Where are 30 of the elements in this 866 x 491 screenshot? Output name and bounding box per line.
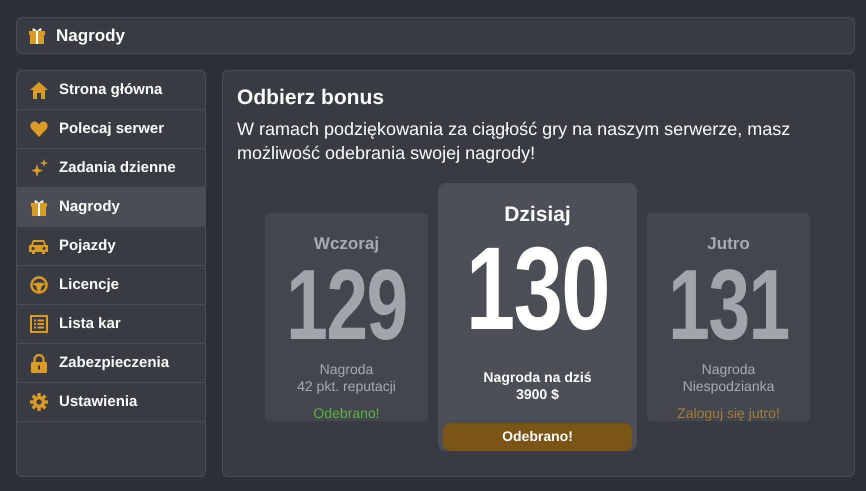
sparkles-icon bbox=[30, 159, 48, 177]
section-title: Odbierz bonus bbox=[237, 85, 385, 111]
lock-icon bbox=[30, 354, 46, 372]
status-text: Odebrano! bbox=[313, 404, 380, 422]
heart-icon bbox=[30, 121, 48, 137]
reward-value: 3900 $ bbox=[516, 386, 559, 402]
list-icon bbox=[30, 315, 48, 333]
claimed-button[interactable]: Odebrano! bbox=[443, 422, 632, 451]
day-label: Wczoraj bbox=[314, 233, 380, 255]
reward-label: Nagroda bbox=[702, 360, 756, 378]
reward-value: 42 pkt. reputacji bbox=[297, 378, 396, 394]
reward-value: Niespodzianka bbox=[682, 378, 774, 394]
day-label: Jutro bbox=[707, 233, 750, 255]
day-number: 130 bbox=[466, 232, 610, 344]
description-text: W ramach podziękowania za ciągłość gry na naszym serwerze, masz możliwość odebrania swojej nagrody! bbox=[237, 118, 792, 165]
reward-label: Nagroda na dziś bbox=[483, 368, 592, 386]
steering-wheel-icon bbox=[30, 276, 48, 294]
gift-icon bbox=[30, 198, 48, 216]
day-number: 131 bbox=[668, 258, 789, 350]
status-text: Zaloguj się jutro! bbox=[677, 404, 780, 423]
sidebar-item[interactable]: Strona główna bbox=[17, 71, 205, 110]
reward-label: Nagroda bbox=[320, 360, 374, 378]
sidebar-item[interactable]: Nagrody bbox=[17, 188, 205, 227]
home-icon bbox=[30, 82, 48, 98]
car-icon bbox=[29, 238, 48, 254]
settings-icon bbox=[30, 393, 48, 411]
gift-icon bbox=[28, 27, 46, 44]
page-title: Nagrody bbox=[56, 24, 125, 47]
day-label: Dzisiaj bbox=[504, 202, 571, 228]
day-number: 129 bbox=[286, 258, 407, 350]
